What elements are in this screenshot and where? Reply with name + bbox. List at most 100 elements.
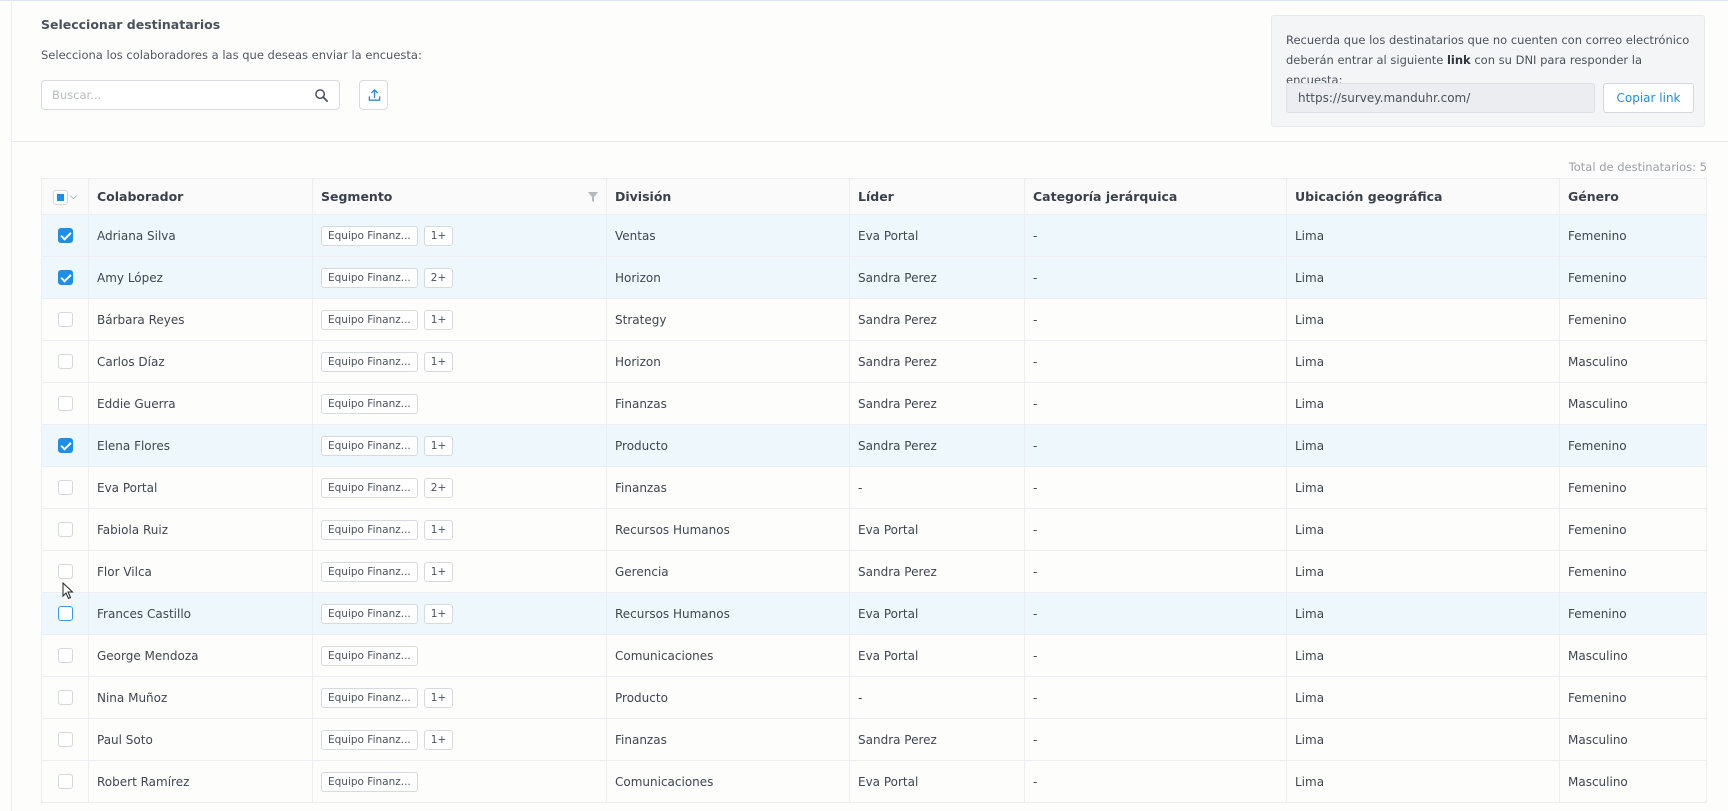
row-checkbox[interactable] — [57, 270, 73, 285]
column-header-location[interactable]: Ubicación geográfica — [1286, 178, 1560, 215]
collaborator-name: Carlos Díaz — [88, 340, 313, 383]
search-input[interactable] — [42, 81, 304, 109]
category-cell: - — [1024, 256, 1287, 299]
collaborator-name: George Mendoza — [88, 634, 313, 677]
leader-cell: - — [849, 676, 1025, 719]
total-recipients: Total de destinatarios: 5 — [1568, 160, 1707, 174]
segment-more-badge[interactable]: 1+ — [423, 687, 454, 708]
table-row[interactable]: George Mendoza Equipo Finanz... Comunicaci… — [41, 634, 1707, 677]
table-row[interactable]: Eva Portal Equipo Finanz... 2+ Finanzas - - Li… — [41, 466, 1707, 509]
column-header-category[interactable]: Categoría jerárquica — [1024, 178, 1287, 215]
segment-more-badge[interactable]: 2+ — [423, 267, 454, 288]
location-cell: Lima — [1286, 634, 1560, 677]
segment-tag[interactable]: Equipo Finanz... — [321, 519, 418, 540]
table-row[interactable]: Elena Flores Equipo Finanz... 1+ Producto Sa… — [41, 424, 1707, 467]
segment-cell: Equipo Finanz... 2+ — [312, 256, 607, 299]
row-checkbox[interactable] — [57, 480, 73, 495]
upload-button[interactable] — [359, 80, 388, 110]
segment-tag[interactable]: Equipo Finanz... — [321, 267, 418, 288]
division-cell: Producto — [606, 676, 850, 719]
gender-cell: Femenino — [1559, 676, 1707, 719]
segment-more-badge[interactable]: 1+ — [423, 519, 454, 540]
segment-tag[interactable]: Equipo Finanz... — [321, 435, 418, 456]
division-cell: Finanzas — [606, 382, 850, 425]
row-checkbox[interactable] — [57, 354, 73, 369]
table-row[interactable]: Nina Muñoz Equipo Finanz... 1+ Producto - - Li… — [41, 676, 1707, 719]
leader-cell: Sandra Perez — [849, 424, 1025, 467]
collaborator-name: Paul Soto — [88, 718, 313, 761]
column-header-gender[interactable]: Género — [1559, 178, 1707, 215]
row-checkbox[interactable] — [57, 732, 73, 747]
select-all-cell: ⌵ — [41, 178, 89, 215]
segment-tag[interactable]: Equipo Finanz... — [321, 729, 418, 750]
table-row[interactable]: Amy López Equipo Finanz... 2+ Horizon Sandra… — [41, 256, 1707, 299]
search-icon[interactable] — [314, 88, 329, 103]
category-cell: - — [1024, 340, 1287, 383]
segment-tag[interactable]: Equipo Finanz... — [321, 351, 418, 372]
segment-cell: Equipo Finanz... 1+ — [312, 676, 607, 719]
segment-more-badge[interactable]: 1+ — [423, 351, 454, 372]
collaborator-name: Flor Vilca — [88, 550, 313, 593]
segment-tag[interactable]: Equipo Finanz... — [321, 561, 418, 582]
division-cell: Horizon — [606, 340, 850, 383]
segment-tag[interactable]: Equipo Finanz... — [321, 771, 418, 792]
division-cell: Gerencia — [606, 550, 850, 593]
filter-icon[interactable] — [588, 192, 598, 202]
division-cell: Horizon — [606, 256, 850, 299]
segment-more-badge[interactable]: 1+ — [423, 435, 454, 456]
row-checkbox[interactable] — [57, 774, 73, 789]
segment-tag[interactable]: Equipo Finanz... — [321, 309, 418, 330]
location-cell: Lima — [1286, 340, 1560, 383]
table-row[interactable]: Paul Soto Equipo Finanz... 1+ Finanzas Sandr… — [41, 718, 1707, 761]
category-cell: - — [1024, 508, 1287, 551]
table-row[interactable]: Adriana Silva Equipo Finanz... 1+ Ventas Eva… — [41, 214, 1707, 257]
segment-tag[interactable]: Equipo Finanz... — [321, 393, 418, 414]
row-checkbox[interactable] — [57, 522, 73, 537]
row-checkbox[interactable] — [57, 228, 73, 243]
column-header-leader[interactable]: Líder — [849, 178, 1025, 215]
row-checkbox-cell — [41, 634, 89, 677]
table-row[interactable]: Eddie Guerra Equipo Finanz... Finanzas Sand… — [41, 382, 1707, 425]
survey-link-field[interactable]: https://survey.manduhr.com/ — [1286, 83, 1595, 113]
category-cell: - — [1024, 592, 1287, 635]
segment-more-badge[interactable]: 1+ — [423, 729, 454, 750]
segment-more-badge[interactable]: 2+ — [423, 477, 454, 498]
copy-link-button[interactable]: Copiar link — [1603, 83, 1694, 113]
leader-cell: - — [849, 466, 1025, 509]
row-checkbox[interactable] — [57, 438, 73, 453]
gender-cell: Masculino — [1559, 382, 1707, 425]
row-checkbox[interactable] — [57, 312, 73, 327]
segment-cell: Equipo Finanz... 1+ — [312, 424, 607, 467]
table-row[interactable]: Frances Castillo Equipo Finanz... 1+ Recurs… — [41, 592, 1707, 635]
segment-tag[interactable]: Equipo Finanz... — [321, 687, 418, 708]
row-checkbox[interactable] — [57, 648, 73, 663]
segment-tag[interactable]: Equipo Finanz... — [321, 477, 418, 498]
row-checkbox[interactable] — [57, 690, 73, 705]
segment-more-badge[interactable]: 1+ — [423, 225, 454, 246]
category-cell: - — [1024, 676, 1287, 719]
column-header-division[interactable]: División — [606, 178, 850, 215]
segment-more-badge[interactable]: 1+ — [423, 309, 454, 330]
segment-tag[interactable]: Equipo Finanz... — [321, 645, 418, 666]
row-checkbox[interactable] — [57, 396, 73, 411]
location-cell: Lima — [1286, 382, 1560, 425]
chevron-down-icon[interactable]: ⌵ — [70, 192, 77, 202]
column-header-segment[interactable]: Segmento — [312, 178, 607, 215]
row-checkbox-cell — [41, 340, 89, 383]
table-row[interactable]: Fabiola Ruiz Equipo Finanz... 1+ Recursos H… — [41, 508, 1707, 551]
select-all-checkbox[interactable] — [53, 189, 69, 205]
segment-more-badge[interactable]: 1+ — [423, 561, 454, 582]
category-cell: - — [1024, 634, 1287, 677]
segment-tag[interactable]: Equipo Finanz... — [321, 225, 418, 246]
table-row[interactable]: Bárbara Reyes Equipo Finanz... 1+ Strategy S… — [41, 298, 1707, 341]
column-header-collaborator[interactable]: Colaborador — [88, 178, 313, 215]
table-row[interactable]: Robert Ramírez Equipo Finanz... Comunicaci… — [41, 760, 1707, 803]
row-checkbox[interactable] — [57, 606, 73, 621]
table-row[interactable]: Flor Vilca Equipo Finanz... 1+ Gerencia Sand… — [41, 550, 1707, 593]
table-row[interactable]: Carlos Díaz Equipo Finanz... 1+ Horizon Sand… — [41, 340, 1707, 383]
top-border — [0, 0, 1728, 1]
segment-tag[interactable]: Equipo Finanz... — [321, 603, 418, 624]
section-divider — [11, 141, 1728, 142]
segment-more-badge[interactable]: 1+ — [423, 603, 454, 624]
row-checkbox[interactable] — [57, 564, 73, 579]
